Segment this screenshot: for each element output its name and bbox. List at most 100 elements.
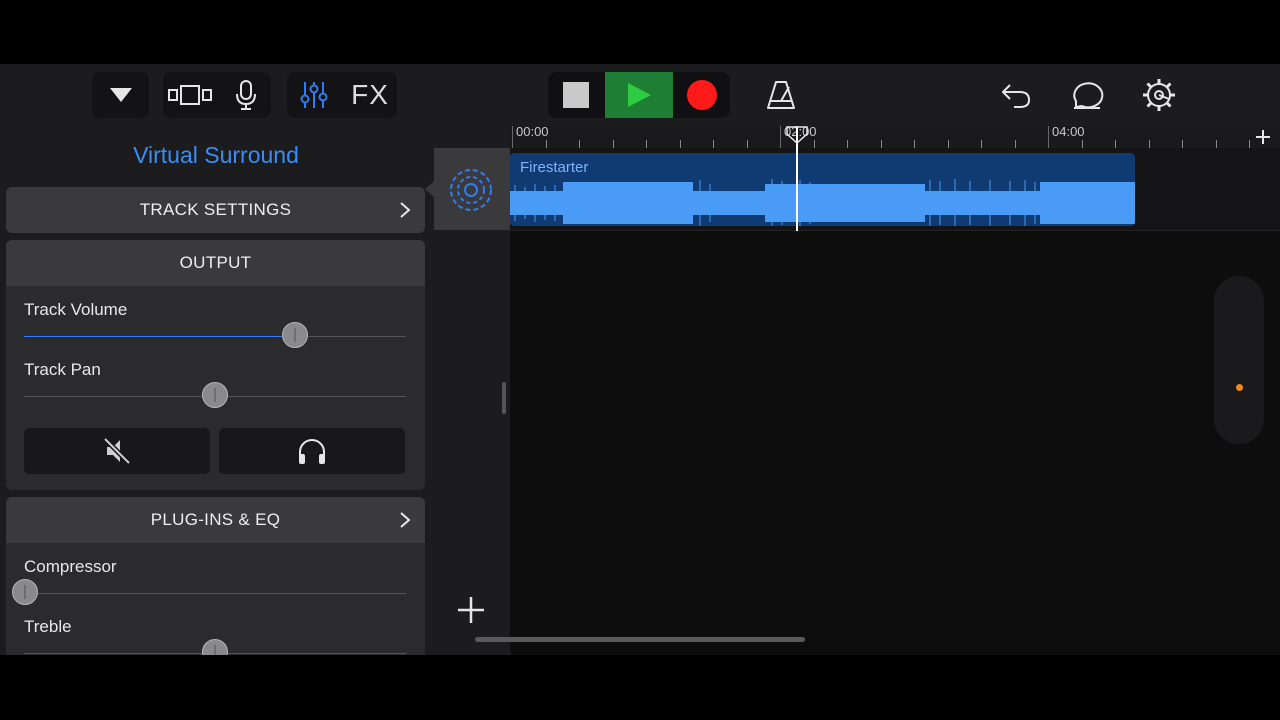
tracks-view-button[interactable] xyxy=(163,72,217,118)
undo-button[interactable] xyxy=(993,72,1039,118)
region-name: Firestarter xyxy=(520,159,589,176)
microphone-icon xyxy=(236,80,256,110)
ruler-tick xyxy=(981,140,982,148)
surround-icon xyxy=(450,169,492,211)
transport-group xyxy=(548,72,730,118)
horizontal-scrollbar[interactable] xyxy=(475,637,805,642)
ruler-label: 00:00 xyxy=(516,124,549,139)
plugins-eq-card: PLUG-INS & EQ Compressor Treble xyxy=(6,497,425,655)
output-card: OUTPUT Track Volume Track Pan xyxy=(6,240,425,490)
mixer-sliders-icon xyxy=(300,82,328,108)
time-ruler[interactable]: 00:00 02:00 04:00 xyxy=(510,124,1280,148)
track-controls-panel: Virtual Surround TRACK SETTINGS OUTPUT T… xyxy=(0,126,432,655)
output-header: OUTPUT xyxy=(6,240,425,286)
track-volume-slider[interactable] xyxy=(24,322,406,348)
mute-button[interactable] xyxy=(24,428,210,474)
add-track-button[interactable] xyxy=(456,595,486,625)
region-waveform xyxy=(510,179,1135,226)
tracks-view-icon xyxy=(168,85,212,105)
compressor-label: Compressor xyxy=(24,557,117,576)
ruler-tick xyxy=(579,140,580,148)
mixer-button[interactable] xyxy=(287,72,341,118)
ruler-tick xyxy=(612,140,614,148)
audio-region[interactable]: Firestarter xyxy=(510,153,1135,226)
mixer-fx-group: FX xyxy=(287,72,397,118)
track-header-virtual-surround[interactable] xyxy=(425,148,510,230)
treble-knob[interactable] xyxy=(202,639,228,655)
mute-icon xyxy=(103,437,131,465)
treble-label: Treble xyxy=(24,617,72,636)
compressor-slider[interactable] xyxy=(12,579,406,605)
output-label: OUTPUT xyxy=(179,253,252,272)
ruler-tick xyxy=(1182,140,1183,148)
ruler-tick xyxy=(813,140,815,148)
metronome-button[interactable] xyxy=(758,72,804,118)
chevron-right-icon xyxy=(400,202,411,218)
track-volume-fill xyxy=(24,336,296,337)
track-volume-label: Track Volume xyxy=(24,300,128,319)
add-section-button[interactable] xyxy=(1252,126,1274,148)
panel-title: Virtual Surround xyxy=(133,142,299,168)
headphones-icon xyxy=(299,439,325,464)
ruler-tick xyxy=(1148,140,1150,148)
ruler-label: 04:00 xyxy=(1052,124,1085,139)
ruler-tick xyxy=(512,126,513,148)
ruler-tick xyxy=(914,140,915,148)
settings-button[interactable] xyxy=(1136,72,1182,118)
playhead-handle[interactable] xyxy=(786,126,808,144)
plugins-eq-header[interactable]: PLUG-INS & EQ xyxy=(6,497,425,543)
plugins-eq-label: PLUG-INS & EQ xyxy=(150,510,281,529)
stop-button[interactable] xyxy=(548,72,604,118)
ruler-tick xyxy=(646,140,647,148)
compressor-knob[interactable] xyxy=(12,579,38,605)
record-icon xyxy=(687,80,717,110)
microphone-button[interactable] xyxy=(221,72,271,118)
ruler-tick xyxy=(1014,140,1016,148)
track-settings-label: TRACK SETTINGS xyxy=(139,200,292,219)
ruler-tick xyxy=(1249,140,1250,148)
track-pan-label: Track Pan xyxy=(24,360,101,379)
scroll-indicator-pill[interactable] xyxy=(1214,276,1264,444)
browser-dropdown-button[interactable] xyxy=(92,72,149,118)
record-button[interactable] xyxy=(674,72,730,118)
tracks-and-mic-group xyxy=(163,72,271,118)
loop-browser-button[interactable] xyxy=(1064,72,1110,118)
ruler-tick xyxy=(1081,140,1083,148)
undo-icon xyxy=(1002,84,1031,108)
dropdown-triangle-icon xyxy=(109,88,132,102)
loop-browser-icon xyxy=(1073,82,1104,109)
ruler-tick xyxy=(880,140,882,148)
ruler-tick xyxy=(780,126,781,148)
panel-resize-handle[interactable] xyxy=(502,382,506,414)
track-pan-knob[interactable] xyxy=(202,382,228,408)
metronome-icon xyxy=(767,81,795,109)
treble-slider[interactable] xyxy=(24,639,406,655)
ruler-tick xyxy=(1115,140,1116,148)
ruler-tick xyxy=(679,140,681,148)
fx-label: FX xyxy=(351,79,389,110)
track-pan-slider[interactable] xyxy=(24,382,406,408)
ruler-tick xyxy=(713,140,714,148)
settings-gear-icon xyxy=(1143,79,1175,111)
ruler-tick xyxy=(1048,126,1049,148)
solo-headphones-button[interactable] xyxy=(219,428,405,474)
add-icon xyxy=(458,597,484,623)
ruler-tick xyxy=(947,140,949,148)
chevron-right-icon xyxy=(400,512,411,528)
fx-button[interactable]: FX xyxy=(343,72,397,118)
ruler-tick xyxy=(1215,140,1217,148)
play-icon xyxy=(628,83,651,107)
track-settings-header: TRACK SETTINGS xyxy=(6,187,425,233)
add-icon xyxy=(1256,130,1270,144)
tracks-timeline: 00:00 02:00 04:00 Firestarter xyxy=(510,124,1280,655)
track-settings-row[interactable]: TRACK SETTINGS xyxy=(6,187,425,233)
ruler-tick xyxy=(847,140,848,148)
track-headers-column xyxy=(425,126,510,655)
track-volume-knob[interactable] xyxy=(282,322,309,348)
stop-icon xyxy=(563,82,589,108)
control-bar: FX xyxy=(0,64,1280,126)
scroll-indicator-dot xyxy=(1236,384,1243,391)
play-button[interactable] xyxy=(605,72,673,118)
ruler-tick xyxy=(545,140,547,148)
ruler-tick xyxy=(746,140,748,148)
